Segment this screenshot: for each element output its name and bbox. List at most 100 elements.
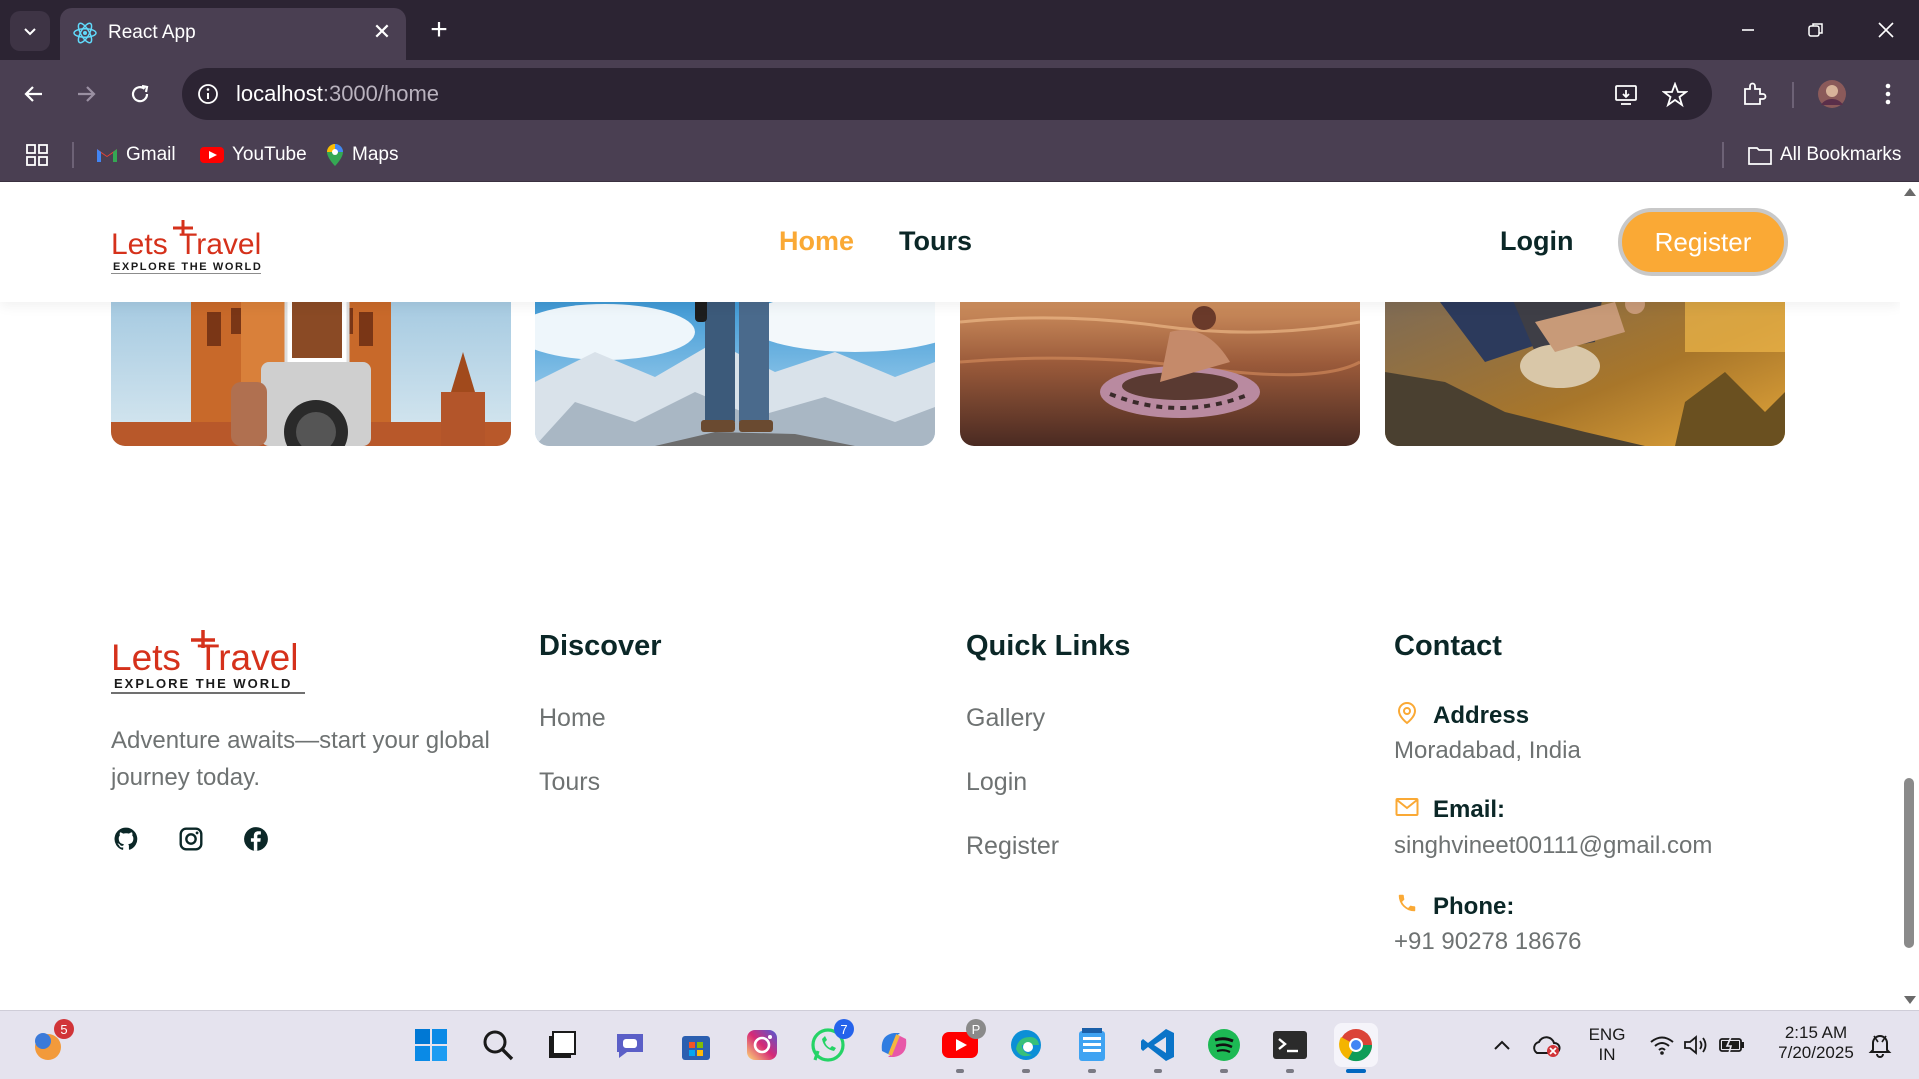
clock[interactable]: 2:15 AM 7/20/2025 bbox=[1766, 1023, 1866, 1063]
url-path: :3000/home bbox=[322, 81, 440, 106]
nav-home[interactable]: Home bbox=[779, 226, 854, 257]
bookmark-star-icon[interactable] bbox=[1660, 80, 1690, 110]
taskbar-app-youtube[interactable]: P bbox=[938, 1019, 986, 1073]
close-window-button[interactable] bbox=[1866, 10, 1906, 50]
taskbar-app-instagram[interactable] bbox=[740, 1023, 784, 1067]
weather-badge: 5 bbox=[54, 1019, 74, 1039]
running-indicator bbox=[1154, 1069, 1162, 1073]
show-hidden-icons-button[interactable] bbox=[1480, 1023, 1524, 1067]
site-logo[interactable]: Lets Travel EXPLORE THE WORLD bbox=[111, 220, 263, 275]
footer-link-login[interactable]: Login bbox=[966, 768, 1027, 797]
close-icon bbox=[1878, 22, 1894, 38]
running-indicator bbox=[956, 1069, 964, 1073]
instagram-app-icon bbox=[747, 1030, 777, 1060]
url-text: localhost:3000/home bbox=[236, 81, 439, 107]
taskbar-app-spotify[interactable] bbox=[1202, 1023, 1246, 1073]
nav-tours[interactable]: Tours bbox=[899, 226, 972, 257]
chat-icon bbox=[617, 1034, 643, 1058]
reload-button[interactable] bbox=[120, 74, 160, 114]
all-bookmarks-button[interactable]: All Bookmarks bbox=[1748, 140, 1901, 170]
extensions-icon[interactable] bbox=[1734, 74, 1774, 114]
logo-tagline: EXPLORE THE WORLD bbox=[113, 261, 262, 273]
github-link[interactable] bbox=[111, 824, 141, 854]
bookmark-gmail[interactable]: Gmail bbox=[96, 140, 176, 170]
taskbar-app-copilot[interactable] bbox=[872, 1023, 916, 1067]
address-bar[interactable]: localhost:3000/home bbox=[182, 68, 1712, 120]
taskbar-app-store[interactable] bbox=[674, 1023, 718, 1067]
facebook-icon bbox=[244, 827, 268, 851]
footer-link-tours[interactable]: Tours bbox=[539, 768, 600, 797]
copilot-icon bbox=[881, 1033, 907, 1057]
phone-value[interactable]: +91 90278 18676 bbox=[1394, 928, 1582, 956]
notifications-button[interactable] bbox=[1858, 1023, 1902, 1067]
arrow-left-icon bbox=[24, 86, 42, 102]
url-host: localhost bbox=[236, 81, 323, 106]
facebook-link[interactable] bbox=[241, 824, 271, 854]
page-scrollbar[interactable] bbox=[1900, 182, 1919, 1010]
instagram-icon bbox=[179, 827, 203, 851]
task-view-button[interactable] bbox=[540, 1023, 584, 1067]
language-indicator[interactable]: ENG IN bbox=[1582, 1025, 1632, 1065]
profile-avatar[interactable] bbox=[1812, 74, 1852, 114]
terminal-icon bbox=[1273, 1031, 1307, 1059]
login-link[interactable]: Login bbox=[1500, 226, 1573, 257]
footer-description: Adventure awaits—start your global journ… bbox=[111, 727, 490, 791]
footer-link-home[interactable]: Home bbox=[539, 704, 606, 733]
logo-tagline: EXPLORE THE WORLD bbox=[114, 676, 292, 691]
site-info-icon[interactable] bbox=[194, 80, 222, 108]
onedrive-status[interactable] bbox=[1524, 1023, 1568, 1067]
bookmark-separator bbox=[1722, 142, 1724, 168]
back-button[interactable] bbox=[14, 74, 54, 114]
taskbar-app-chat[interactable] bbox=[608, 1023, 652, 1067]
scroll-up-arrow-icon[interactable] bbox=[1904, 188, 1916, 196]
clock-date: 7/20/2025 bbox=[1778, 1043, 1854, 1062]
restore-button[interactable] bbox=[1796, 10, 1836, 50]
taskbar-app-chrome[interactable] bbox=[1334, 1023, 1378, 1073]
windows-taskbar: 5 7 P ENG IN 2:15 AM 7/20/2025 bbox=[0, 1010, 1919, 1079]
clock-time: 2:15 AM bbox=[1784, 1023, 1848, 1042]
footer-link-register[interactable]: Register bbox=[966, 832, 1059, 861]
close-tab-icon[interactable]: ✕ bbox=[370, 19, 394, 44]
address-label: Address bbox=[1433, 702, 1530, 729]
install-app-icon[interactable] bbox=[1612, 80, 1642, 110]
new-tab-button[interactable]: + bbox=[423, 13, 455, 46]
more-menu-icon[interactable] bbox=[1868, 74, 1908, 114]
language-code: ENG bbox=[1588, 1025, 1626, 1044]
footer-link-gallery[interactable]: Gallery bbox=[966, 704, 1045, 733]
forward-button[interactable] bbox=[66, 74, 106, 114]
apps-grid-button[interactable] bbox=[26, 140, 48, 170]
taskbar-app-edge[interactable] bbox=[1004, 1023, 1048, 1073]
youtube-icon bbox=[200, 147, 224, 163]
weather-widget[interactable]: 5 bbox=[26, 1019, 74, 1067]
contact-title: Contact bbox=[1394, 630, 1502, 662]
mail-icon bbox=[1394, 794, 1420, 820]
minimize-button[interactable] bbox=[1728, 10, 1768, 50]
discover-title: Discover bbox=[539, 630, 662, 662]
bookmark-youtube[interactable]: YouTube bbox=[200, 140, 307, 170]
phone-label: Phone: bbox=[1433, 893, 1515, 920]
search-icon bbox=[483, 1030, 514, 1061]
taskbar-app-vscode[interactable] bbox=[1136, 1023, 1180, 1073]
taskbar-app-notepad[interactable] bbox=[1070, 1023, 1114, 1073]
scroll-down-arrow-icon[interactable] bbox=[1904, 996, 1916, 1004]
quick-links-title: Quick Links bbox=[966, 630, 1131, 662]
start-button[interactable] bbox=[409, 1023, 453, 1067]
instagram-link[interactable] bbox=[176, 824, 206, 854]
browser-tab-active[interactable]: React App ✕ bbox=[60, 8, 406, 60]
windows-logo-icon bbox=[415, 1029, 447, 1061]
bookmark-label: Gmail bbox=[126, 144, 176, 165]
tab-search-button[interactable] bbox=[10, 11, 50, 51]
chevron-up-icon bbox=[1494, 1040, 1510, 1050]
search-button[interactable] bbox=[476, 1023, 520, 1067]
scroll-thumb[interactable] bbox=[1904, 778, 1914, 948]
bookmark-maps[interactable]: Maps bbox=[326, 140, 398, 170]
taskbar-app-whatsapp[interactable]: 7 bbox=[806, 1019, 854, 1067]
address-value: Moradabad, India bbox=[1394, 737, 1581, 764]
footer-logo[interactable]: Lets Travel EXPLORE THE WORLD bbox=[111, 630, 307, 694]
email-value[interactable]: singhvineet00111@gmail.com bbox=[1394, 832, 1712, 860]
taskbar-app-terminal[interactable] bbox=[1268, 1023, 1312, 1073]
logo-text-part: Lets bbox=[111, 637, 181, 678]
battery-status[interactable] bbox=[1710, 1023, 1754, 1067]
register-button[interactable]: Register bbox=[1618, 208, 1788, 276]
notification-bell-icon bbox=[1868, 1035, 1892, 1058]
